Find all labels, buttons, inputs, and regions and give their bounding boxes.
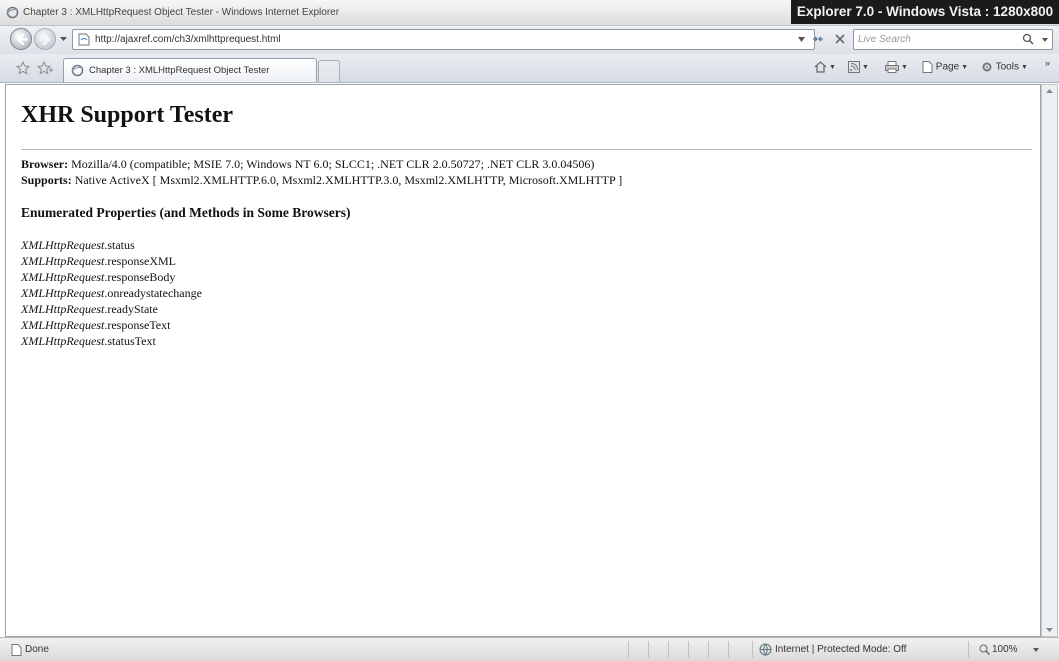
security-zone-text[interactable]: Internet | Protected Mode: Off xyxy=(775,644,906,655)
feeds-icon xyxy=(848,61,860,73)
status-bar: Done Internet | Protected Mode: Off 100% xyxy=(0,637,1059,661)
new-tab-button[interactable] xyxy=(318,60,340,82)
tab-xmlhttprequest-tester[interactable]: Chapter 3 : XMLHttpRequest Object Tester xyxy=(63,58,317,82)
forward-arrow-icon xyxy=(39,33,51,46)
list-item: XMLHttpRequest.statusText xyxy=(21,333,202,349)
list-item: XMLHttpRequest.responseXML xyxy=(21,253,202,269)
feeds-button[interactable]: ▼ xyxy=(848,61,869,76)
object-name: XMLHttpRequest xyxy=(21,238,105,252)
globe-icon xyxy=(759,643,772,656)
search-box[interactable] xyxy=(853,29,1053,50)
search-icon[interactable] xyxy=(1022,33,1034,45)
supports-value: Native ActiveX [ Msxml2.XMLHTTP.6.0, Msx… xyxy=(71,173,623,187)
status-text: Done xyxy=(25,644,49,655)
address-bar[interactable]: http://ajaxref.com/ch3/xmlhttprequest.ht… xyxy=(72,29,815,50)
member-name: .onreadystatechange xyxy=(104,286,202,300)
page-menu-button[interactable]: Page ▼ xyxy=(922,61,968,76)
page-menu-icon xyxy=(922,61,933,73)
status-divider xyxy=(752,641,753,658)
tab-toolbar: Chapter 3 : XMLHttpRequest Object Tester… xyxy=(0,54,1059,83)
back-arrow-icon xyxy=(16,33,28,46)
list-item: XMLHttpRequest.onreadystatechange xyxy=(21,285,202,301)
browser-label: Browser: xyxy=(21,157,69,171)
vertical-scrollbar[interactable] xyxy=(1041,84,1058,637)
status-divider xyxy=(728,641,729,658)
object-name: XMLHttpRequest xyxy=(21,254,105,268)
stop-icon[interactable] xyxy=(832,31,848,47)
window-title-bar: Chapter 3 : XMLHttpRequest Object Tester… xyxy=(0,0,1059,26)
window-title: Chapter 3 : XMLHttpRequest Object Tester… xyxy=(23,7,340,18)
list-item: XMLHttpRequest.status xyxy=(21,237,202,253)
browser-info: Browser: Mozilla/4.0 (compatible; MSIE 7… xyxy=(21,157,594,172)
print-button[interactable]: ▼ xyxy=(885,61,908,76)
member-name: .responseBody xyxy=(104,270,176,284)
search-input[interactable] xyxy=(858,32,1008,47)
status-divider xyxy=(708,641,709,658)
supports-label: Supports: xyxy=(21,173,72,187)
object-name: XMLHttpRequest xyxy=(21,318,105,332)
scroll-up-arrow-icon[interactable] xyxy=(1046,89,1053,93)
object-name: XMLHttpRequest xyxy=(21,270,105,284)
favorites-star-icon[interactable] xyxy=(16,61,30,75)
member-name: .responseText xyxy=(104,318,171,332)
status-divider xyxy=(628,641,629,658)
tools-menu-label: Tools xyxy=(995,61,1019,73)
tools-menu-button[interactable]: Tools ▼ xyxy=(981,61,1028,76)
page-icon xyxy=(78,33,90,46)
member-name: .responseXML xyxy=(104,254,176,268)
address-toolbar: http://ajaxref.com/ch3/xmlhttprequest.ht… xyxy=(0,26,1059,54)
gear-icon xyxy=(982,62,992,72)
add-favorites-icon[interactable] xyxy=(37,61,53,75)
toolbar-overflow-chevron-icon[interactable]: » xyxy=(1045,58,1050,73)
ie-page-icon xyxy=(71,64,84,77)
forward-button[interactable] xyxy=(34,28,56,50)
member-name: .statusText xyxy=(104,334,156,348)
refresh-icon[interactable] xyxy=(810,31,826,47)
member-name: .status xyxy=(104,238,135,252)
zoom-dropdown-icon[interactable] xyxy=(1033,648,1039,652)
url-text[interactable]: http://ajaxref.com/ch3/xmlhttprequest.ht… xyxy=(95,34,281,45)
scroll-down-arrow-icon[interactable] xyxy=(1046,628,1053,632)
ie-logo-icon xyxy=(6,6,19,19)
browser-value: Mozilla/4.0 (compatible; MSIE 7.0; Windo… xyxy=(68,157,595,171)
zoom-icon[interactable] xyxy=(979,644,990,655)
list-item: XMLHttpRequest.responseBody xyxy=(21,269,202,285)
list-item: XMLHttpRequest.readyState xyxy=(21,301,202,317)
list-item: XMLHttpRequest.responseText xyxy=(21,317,202,333)
supports-info: Supports: Native ActiveX [ Msxml2.XMLHTT… xyxy=(21,173,622,188)
horizontal-rule xyxy=(21,149,1032,150)
status-divider xyxy=(648,641,649,658)
page-title: XHR Support Tester xyxy=(21,102,234,128)
section-heading: Enumerated Properties (and Methods in So… xyxy=(21,205,351,220)
print-icon xyxy=(885,61,899,73)
resolution-overlay-label: Explorer 7.0 - Windows Vista : 1280x800 xyxy=(791,0,1059,24)
status-divider xyxy=(668,641,669,658)
search-dropdown-icon[interactable] xyxy=(1042,38,1048,42)
status-divider xyxy=(968,641,969,658)
page-status-icon xyxy=(11,644,22,656)
member-name: .readyState xyxy=(104,302,158,316)
property-list: XMLHttpRequest.status XMLHttpRequest.res… xyxy=(21,237,202,349)
object-name: XMLHttpRequest xyxy=(21,302,105,316)
address-dropdown-icon[interactable] xyxy=(798,37,805,42)
home-button[interactable]: ▼ xyxy=(814,61,836,76)
page-content: XHR Support Tester Browser: Mozilla/4.0 … xyxy=(5,84,1041,637)
home-icon xyxy=(814,61,827,73)
object-name: XMLHttpRequest xyxy=(21,286,105,300)
recent-pages-dropdown-icon[interactable] xyxy=(60,35,67,42)
status-divider xyxy=(688,641,689,658)
back-button[interactable] xyxy=(10,28,32,50)
tab-label: Chapter 3 : XMLHttpRequest Object Tester xyxy=(89,65,270,76)
page-menu-label: Page xyxy=(935,61,960,73)
object-name: XMLHttpRequest xyxy=(21,334,105,348)
zoom-level[interactable]: 100% xyxy=(992,644,1018,655)
